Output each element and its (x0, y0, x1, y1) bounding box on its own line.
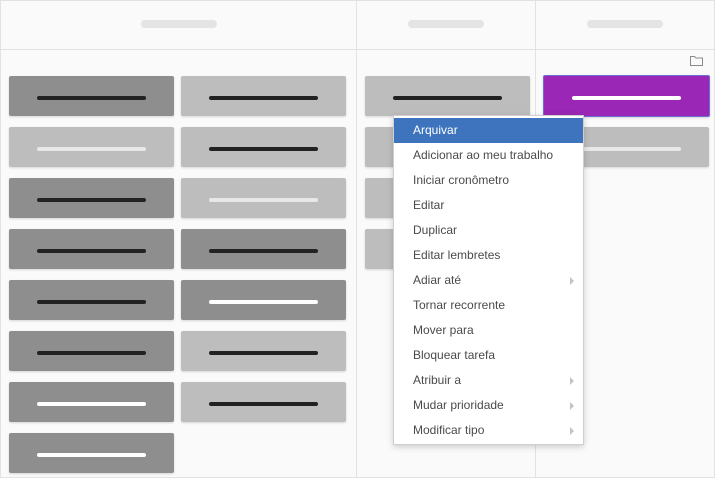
task-title-placeholder (37, 351, 146, 355)
menu-item-mover-para[interactable]: Mover para (394, 318, 583, 343)
chevron-right-icon (570, 277, 574, 285)
menu-item-label: Editar (413, 198, 445, 212)
task-title-placeholder (37, 300, 146, 304)
chevron-right-icon (570, 402, 574, 410)
task-card[interactable] (181, 382, 346, 422)
column-header-3[interactable] (536, 1, 714, 50)
task-title-placeholder (209, 402, 318, 406)
task-card[interactable] (9, 76, 174, 116)
task-card[interactable] (181, 280, 346, 320)
menu-item-arquivar[interactable]: Arquivar (394, 118, 583, 143)
column-title-placeholder (587, 20, 663, 28)
menu-item-atribuir-a[interactable]: Atribuir a (394, 368, 583, 393)
task-title-placeholder (37, 453, 146, 457)
task-title-placeholder (209, 147, 318, 151)
kanban-board: Arquivar Adicionar ao meu trabalho Iniciar… (0, 0, 715, 478)
menu-item-label: Mover para (413, 323, 474, 337)
task-title-placeholder (572, 96, 681, 100)
menu-item-editar[interactable]: Editar (394, 193, 583, 218)
task-card[interactable] (9, 229, 174, 269)
task-title-placeholder (37, 402, 146, 406)
task-card[interactable] (365, 76, 530, 116)
chevron-right-icon (570, 427, 574, 435)
selected-task-card[interactable] (543, 75, 710, 117)
menu-item-label: Mudar prioridade (413, 398, 504, 412)
menu-item-bloquear-tarefa[interactable]: Bloquear tarefa (394, 343, 583, 368)
task-title-placeholder (37, 249, 146, 253)
task-card[interactable] (181, 178, 346, 218)
menu-item-modificar-tipo[interactable]: Modificar tipo (394, 418, 583, 443)
task-title-placeholder (209, 249, 318, 253)
menu-item-adiar-até[interactable]: Adiar até (394, 268, 583, 293)
task-title-placeholder (572, 147, 681, 151)
menu-item-editar-lembretes[interactable]: Editar lembretes (394, 243, 583, 268)
task-card[interactable] (9, 280, 174, 320)
menu-item-label: Duplicar (413, 223, 458, 237)
context-menu: Arquivar Adicionar ao meu trabalho Iniciar… (393, 115, 584, 445)
task-title-placeholder (209, 96, 318, 100)
column-title-placeholder (408, 20, 484, 28)
task-title-placeholder (37, 96, 146, 100)
task-card[interactable] (181, 331, 346, 371)
menu-item-iniciar-cronômetro[interactable]: Iniciar cronômetro (394, 168, 583, 193)
folder-icon[interactable] (690, 55, 703, 66)
menu-item-label: Iniciar cronômetro (413, 173, 510, 187)
task-title-placeholder (37, 198, 146, 202)
menu-item-label: Adicionar ao meu trabalho (413, 148, 554, 162)
task-title-placeholder (393, 96, 502, 100)
menu-item-label: Modificar tipo (413, 423, 485, 437)
column-header-2[interactable] (357, 1, 535, 50)
menu-item-mudar-prioridade[interactable]: Mudar prioridade (394, 393, 583, 418)
menu-item-label: Tornar recorrente (413, 298, 506, 312)
menu-item-label: Atribuir a (413, 373, 462, 387)
task-card[interactable] (9, 382, 174, 422)
task-card[interactable] (9, 127, 174, 167)
task-title-placeholder (209, 300, 318, 304)
task-card[interactable] (9, 178, 174, 218)
menu-item-label: Adiar até (413, 273, 462, 287)
task-card[interactable] (9, 331, 174, 371)
column-header-1[interactable] (1, 1, 356, 50)
menu-item-label: Bloquear tarefa (413, 348, 496, 362)
task-card[interactable] (181, 229, 346, 269)
task-title-placeholder (37, 147, 146, 151)
menu-item-label: Editar lembretes (413, 248, 501, 262)
task-title-placeholder (209, 198, 318, 202)
task-title-placeholder (209, 351, 318, 355)
chevron-right-icon (570, 377, 574, 385)
menu-item-tornar-recorrente[interactable]: Tornar recorrente (394, 293, 583, 318)
column-title-placeholder (141, 20, 217, 28)
task-card[interactable] (181, 76, 346, 116)
task-card[interactable] (9, 433, 174, 473)
menu-item-duplicar[interactable]: Duplicar (394, 218, 583, 243)
task-card[interactable] (181, 127, 346, 167)
menu-item-label: Arquivar (413, 123, 458, 137)
menu-item-adicionar-ao-meu-trabalho[interactable]: Adicionar ao meu trabalho (394, 143, 583, 168)
